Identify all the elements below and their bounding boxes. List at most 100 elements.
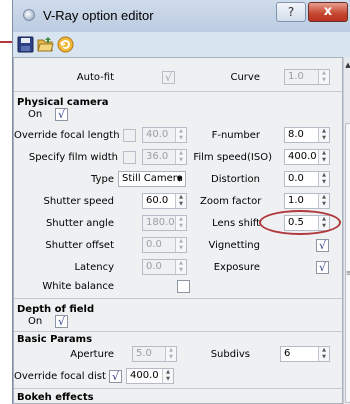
- shutter-offset-value: 0.0: [146, 239, 162, 250]
- camera-type-select[interactable]: Still Camera ▼: [118, 171, 186, 187]
- spinner-arrows-icon[interactable]: ▲ ▼: [318, 150, 329, 164]
- section-divider: [14, 298, 342, 299]
- distortion-spinner[interactable]: 0.0 ▲ ▼: [284, 171, 330, 187]
- help-button[interactable]: ?: [276, 2, 306, 22]
- aperture-value: 5.0: [136, 348, 152, 359]
- scrollbar-thumb[interactable]: ≡: [345, 123, 350, 403]
- autofit-label: Auto-fit: [76, 72, 114, 83]
- chevron-down-icon[interactable]: ▼: [177, 172, 182, 186]
- fnumber-spinner[interactable]: 8.0 ▲ ▼: [284, 127, 330, 143]
- vignetting-checkbox[interactable]: √: [316, 239, 329, 252]
- aperture-spinner[interactable]: 5.0 ▲ ▼: [132, 346, 177, 362]
- fnumber-label: F-number: [211, 130, 260, 141]
- film-speed-value: 400.0: [288, 151, 317, 162]
- refresh-icon[interactable]: [57, 36, 74, 53]
- spinner-arrows-icon[interactable]: ▲ ▼: [165, 347, 176, 361]
- spinner-arrows-icon[interactable]: ▲ ▼: [162, 369, 173, 383]
- physical-camera-on-label: On: [28, 109, 43, 120]
- window-title: V-Ray option editor: [43, 8, 154, 23]
- override-focal-dist-label: Override focal dist: [14, 371, 106, 382]
- aperture-label: Aperture: [70, 349, 114, 360]
- latency-spinner[interactable]: 0.0 ▲ ▼: [142, 259, 187, 275]
- spinner-arrows-icon[interactable]: ▲ ▼: [318, 70, 329, 84]
- type-label: Type: [91, 174, 114, 185]
- grip-icon: ≡: [346, 269, 350, 277]
- shutter-angle-spinner[interactable]: 180.0 ▲ ▼: [142, 215, 187, 231]
- open-folder-icon[interactable]: [37, 36, 54, 53]
- spinner-arrows-icon[interactable]: ▲ ▼: [318, 172, 329, 186]
- lens-shift-highlight-annotation: [259, 210, 341, 235]
- section-divider: [14, 388, 342, 389]
- distortion-label: Distortion: [211, 174, 260, 185]
- film-width-spinner[interactable]: 36.0 ▲ ▼: [142, 149, 187, 165]
- depth-of-field-on-checkbox[interactable]: √: [55, 315, 68, 328]
- spinner-arrows-icon[interactable]: ▲ ▼: [175, 150, 186, 164]
- vignetting-label: Vignetting: [208, 240, 260, 251]
- save-icon[interactable]: [17, 36, 34, 53]
- vray-option-editor-window: V-Ray option editor ? x Auto-fit √ Curve…: [12, 0, 350, 404]
- toolbar: [13, 32, 350, 58]
- camera-type-value: Still Camera: [122, 173, 184, 184]
- spinner-arrows-icon[interactable]: ▲ ▼: [175, 194, 186, 208]
- zoom-factor-spinner[interactable]: 1.0 ▲ ▼: [284, 193, 330, 209]
- section-divider: [14, 91, 342, 92]
- title-bar: V-Ray option editor ? x: [13, 0, 350, 32]
- bokeh-effects-title: Bokeh effects: [17, 392, 94, 403]
- section-divider: [14, 331, 342, 332]
- autofit-checkbox[interactable]: √: [162, 71, 175, 84]
- white-balance-swatch[interactable]: [177, 280, 190, 293]
- override-focal-dist-checkbox[interactable]: √: [109, 370, 122, 383]
- shutter-angle-label: Shutter angle: [45, 218, 114, 229]
- shutter-angle-value: 180.0: [146, 217, 175, 228]
- shutter-speed-spinner[interactable]: 60.0 ▲ ▼: [142, 193, 187, 209]
- film-speed-label: Film speed(ISO): [193, 152, 272, 163]
- basic-params-title: Basic Params: [17, 334, 93, 345]
- spinner-arrows-icon[interactable]: ▲ ▼: [175, 238, 186, 252]
- override-focal-length-checkbox[interactable]: [123, 129, 136, 142]
- options-panel: Auto-fit √ Curve 1.0 ▲ ▼ Physical camera …: [13, 57, 343, 404]
- latency-label: Latency: [74, 262, 114, 273]
- zoom-factor-label: Zoom factor: [200, 196, 262, 207]
- shutter-speed-label: Shutter speed: [43, 196, 114, 207]
- specify-film-width-checkbox[interactable]: [123, 151, 136, 164]
- spinner-arrows-icon[interactable]: ▲ ▼: [318, 128, 329, 142]
- curve-spinner[interactable]: 1.0 ▲ ▼: [284, 69, 330, 85]
- subdivs-spinner[interactable]: 6 ▲ ▼: [280, 346, 330, 362]
- curve-label: Curve: [230, 72, 260, 83]
- vertical-scrollbar[interactable]: ▲ ≡: [343, 57, 350, 404]
- subdivs-value: 6: [284, 348, 291, 359]
- focal-dist-value: 400.0: [130, 370, 159, 381]
- film-speed-spinner[interactable]: 400.0 ▲ ▼: [284, 149, 330, 165]
- subdivs-label: Subdivs: [210, 349, 250, 360]
- spinner-arrows-icon[interactable]: ▲ ▼: [318, 347, 329, 361]
- zoom-factor-value: 1.0: [288, 195, 304, 206]
- spinner-arrows-icon[interactable]: ▲ ▼: [175, 260, 186, 274]
- lens-shift-label: Lens shift: [212, 218, 260, 229]
- exposure-label: Exposure: [213, 262, 260, 273]
- shutter-speed-value: 60.0: [146, 195, 169, 206]
- focal-length-value: 40.0: [146, 129, 169, 140]
- film-width-value: 36.0: [146, 151, 169, 162]
- exposure-checkbox[interactable]: √: [316, 261, 329, 274]
- focal-dist-spinner[interactable]: 400.0 ▲ ▼: [126, 368, 174, 384]
- app-icon: [23, 9, 35, 21]
- latency-value: 0.0: [146, 261, 162, 272]
- spinner-arrows-icon[interactable]: ▲ ▼: [175, 128, 186, 142]
- shutter-offset-spinner[interactable]: 0.0 ▲ ▼: [142, 237, 187, 253]
- depth-of-field-on-label: On: [28, 316, 43, 327]
- physical-camera-title: Physical camera: [17, 97, 109, 108]
- depth-of-field-title: Depth of field: [17, 304, 95, 315]
- focal-length-spinner[interactable]: 40.0 ▲ ▼: [142, 127, 187, 143]
- curve-value: 1.0: [288, 71, 304, 82]
- physical-camera-on-checkbox[interactable]: √: [55, 108, 68, 121]
- spinner-arrows-icon[interactable]: ▲ ▼: [318, 194, 329, 208]
- distortion-value: 0.0: [288, 173, 304, 184]
- fnumber-value: 8.0: [288, 129, 304, 140]
- close-button[interactable]: x: [308, 2, 348, 22]
- override-focal-length-label: Override focal length: [14, 130, 120, 141]
- specify-film-width-label: Specify film width: [28, 152, 118, 163]
- spinner-arrows-icon[interactable]: ▲ ▼: [175, 216, 186, 230]
- shutter-offset-label: Shutter offset: [45, 240, 114, 251]
- scroll-up-icon[interactable]: ▲: [344, 61, 350, 69]
- white-balance-label: White balance: [42, 281, 114, 292]
